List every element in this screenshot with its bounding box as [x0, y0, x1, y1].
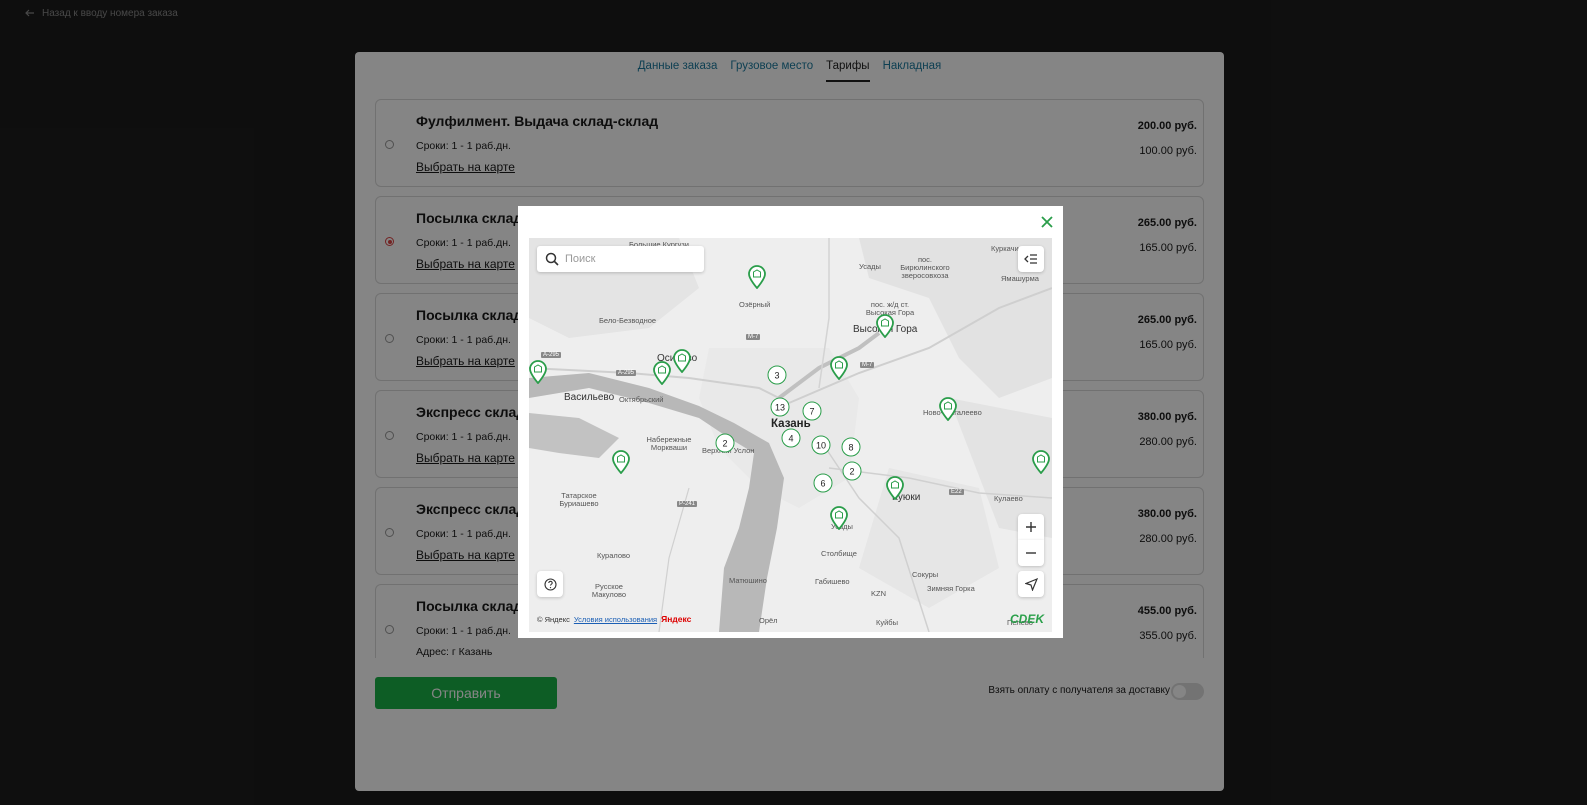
- road-badge: М-7: [860, 362, 875, 368]
- map-copyright: © Яндекс Условия использования Яндекс: [537, 614, 691, 624]
- map-label: Озёрный: [739, 300, 771, 309]
- map-label: Ямашурма: [1001, 274, 1039, 283]
- map-cluster[interactable]: 2: [715, 433, 735, 453]
- search-icon: [545, 252, 559, 266]
- road-badge: Е22: [949, 489, 964, 495]
- map-search[interactable]: [537, 246, 704, 272]
- road-badge: А-295: [541, 352, 562, 358]
- pickup-pin-icon[interactable]: [886, 476, 904, 500]
- map-search-input[interactable]: [565, 253, 685, 265]
- list-collapse-icon: [1024, 254, 1037, 264]
- map-cluster[interactable]: 13: [770, 397, 790, 417]
- map-modal: Большие Кургузи Озёрный Бело-Безводное В…: [518, 206, 1063, 638]
- geolocation-button[interactable]: [1018, 571, 1044, 597]
- map-cluster[interactable]: 10: [811, 435, 831, 455]
- close-icon[interactable]: [1039, 214, 1055, 230]
- yandex-logo[interactable]: Яндекс: [661, 614, 691, 624]
- pickup-pin-icon[interactable]: [876, 314, 894, 338]
- zoom-in-button[interactable]: [1018, 514, 1044, 540]
- map-label: Васильево: [564, 392, 615, 403]
- location-arrow-icon: [1024, 577, 1038, 591]
- map-cluster[interactable]: 3: [767, 365, 787, 385]
- map[interactable]: Большие Кургузи Озёрный Бело-Безводное В…: [529, 238, 1052, 632]
- pickup-pin-icon[interactable]: [529, 360, 547, 384]
- map-label: Куралово: [597, 551, 631, 560]
- map-label: Зимняя Горка: [927, 584, 975, 593]
- map-label: Усады: [859, 262, 881, 271]
- cdek-logo: CDEK: [1009, 612, 1044, 626]
- map-label: Кулаево: [994, 494, 1023, 503]
- pickup-pin-icon[interactable]: [939, 397, 957, 421]
- map-cluster[interactable]: 2: [842, 461, 862, 481]
- map-label: Куйбы: [876, 618, 898, 627]
- pickup-pin-icon[interactable]: [653, 361, 671, 385]
- pickup-pin-icon[interactable]: [830, 356, 848, 380]
- pickup-pin-icon[interactable]: [612, 450, 630, 474]
- map-label: Бело-Безводное: [599, 316, 657, 325]
- help-button[interactable]: [537, 571, 563, 597]
- list-view-button[interactable]: [1018, 246, 1044, 272]
- map-label: Орёл: [759, 616, 778, 625]
- map-label: KZN: [871, 589, 886, 598]
- pickup-pin-icon[interactable]: [673, 349, 691, 373]
- map-label: пос. Бирюлинского зверосовхоза: [900, 255, 950, 280]
- minus-icon: [1026, 552, 1036, 554]
- road-badge: Р-241: [677, 501, 698, 507]
- map-label: Октябрьский: [619, 395, 664, 404]
- plus-icon: [1026, 522, 1036, 532]
- map-label: Набережные Моркваши: [646, 435, 692, 452]
- map-label: Столбище: [821, 549, 857, 558]
- copyright-text: © Яндекс: [537, 614, 570, 624]
- map-cluster[interactable]: 8: [841, 437, 861, 457]
- pickup-pin-icon[interactable]: [830, 506, 848, 530]
- map-cluster[interactable]: 4: [781, 428, 801, 448]
- map-label: Матюшино: [729, 576, 767, 585]
- terms-link[interactable]: Условия использования: [574, 615, 657, 624]
- zoom-out-button[interactable]: [1018, 540, 1044, 566]
- map-label: Татарское Буриашево: [559, 491, 599, 508]
- pickup-pin-icon[interactable]: [748, 265, 766, 289]
- map-label: Куркачи: [991, 244, 1019, 253]
- road-badge: А-295: [616, 370, 637, 376]
- pickup-pin-icon[interactable]: [1032, 450, 1050, 474]
- map-cluster[interactable]: 7: [802, 401, 822, 421]
- map-label: Габишево: [815, 577, 850, 586]
- map-label: Сокуры: [912, 570, 939, 579]
- help-icon: [543, 577, 557, 591]
- map-cluster[interactable]: 6: [813, 473, 833, 493]
- road-badge: М-7: [746, 334, 761, 340]
- map-label: Русское Макулово: [591, 582, 627, 599]
